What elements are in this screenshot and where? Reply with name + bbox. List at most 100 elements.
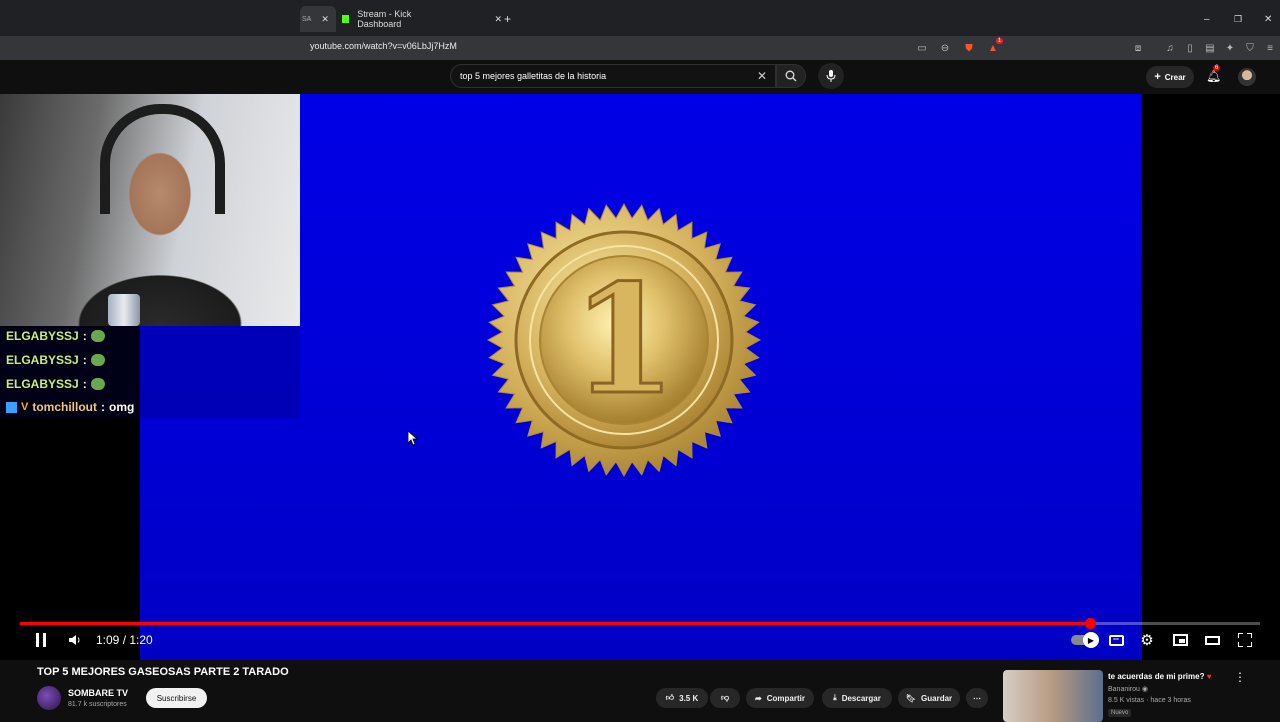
- recommended-thumbnail[interactable]: [1003, 670, 1103, 722]
- medal-number: 1: [572, 252, 676, 428]
- music-icon[interactable]: ♫: [1162, 40, 1178, 56]
- bell-icon: 🔔︎: [1206, 69, 1222, 83]
- chat-username: ELGABYSSJ: [6, 329, 79, 343]
- subscriber-count: 81.7 k suscriptores: [68, 701, 127, 708]
- volume-icon: [69, 635, 80, 645]
- clear-search-icon[interactable]: ✕: [757, 69, 767, 83]
- chat-username: ELGABYSSJ: [6, 353, 79, 367]
- avatar[interactable]: [1238, 68, 1256, 86]
- zoom-icon[interactable]: ⊖: [937, 40, 953, 56]
- download-button[interactable]: ⤓ Descargar: [822, 688, 892, 708]
- screenshot-icon[interactable]: ⧈: [1130, 40, 1146, 56]
- recommended-channel[interactable]: Bananirou ◉: [1108, 685, 1148, 693]
- pepe-emote-icon: [90, 354, 105, 366]
- stream-chat-overlay: ELGABYSSJ: ELGABYSSJ: ELGABYSSJ: V tomch…: [0, 326, 300, 418]
- brave-rewards-icon[interactable]: ▲ 1: [985, 38, 1003, 56]
- recommended-title[interactable]: te acuerdas de mi prime? ♥: [1108, 672, 1211, 681]
- tab-kick-label: Stream - Kick Dashboard: [357, 9, 412, 29]
- webcam-overlay: [0, 94, 300, 326]
- channel-name[interactable]: SOMBARE TV: [68, 688, 128, 698]
- miniplayer-button[interactable]: [1171, 630, 1189, 650]
- close-window-button[interactable]: ✕: [1264, 6, 1272, 32]
- download-label: Descargar: [841, 693, 881, 703]
- tab-youtube-label: SA: [302, 15, 312, 23]
- wallet-icon[interactable]: ▤: [1202, 40, 1218, 56]
- chat-text: omg: [109, 400, 135, 414]
- recommended-meta: 8.5 K vistas · hace 3 horas: [1108, 697, 1191, 704]
- headphones: [100, 104, 225, 214]
- pepe-emote-icon: [90, 378, 105, 390]
- time-current: 1:09: [96, 633, 120, 647]
- badge-icon: [6, 401, 17, 413]
- voice-search-button[interactable]: [818, 63, 844, 89]
- dislike-button[interactable]: 👎︎: [710, 688, 740, 708]
- save-button[interactable]: 🔖︎ Guardar: [898, 688, 960, 708]
- chat-message: V tomchillout: omg: [6, 400, 134, 414]
- recommended-title-text: te acuerdas de mi prime?: [1108, 672, 1205, 681]
- progress-bar[interactable]: [20, 618, 1260, 629]
- search-query: top 5 mejores galletitas de la historia: [460, 71, 607, 81]
- minimize-button[interactable]: –: [1204, 6, 1210, 32]
- sidebar-icon[interactable]: ▯: [1182, 40, 1198, 56]
- close-icon[interactable]: ✕: [321, 14, 329, 25]
- time-display: 1:09 / 1:20: [96, 633, 153, 647]
- bookmark-icon: 🔖︎: [905, 693, 917, 703]
- plus-icon: +: [1154, 71, 1161, 83]
- recommended-menu-button[interactable]: ⋮: [1234, 670, 1246, 684]
- chat-username: tomchillout: [32, 400, 98, 414]
- search-input[interactable]: top 5 mejores galletitas de la historia …: [450, 64, 776, 88]
- chat-message: ELGABYSSJ:: [6, 353, 105, 367]
- time-total: 1:20: [129, 633, 153, 647]
- badge-icon: V: [21, 401, 29, 413]
- new-badge: Nuevo: [1108, 709, 1132, 717]
- search-button[interactable]: [776, 64, 806, 88]
- fullscreen-icon: [1238, 633, 1252, 647]
- subscribe-button[interactable]: Suscribirse: [146, 688, 207, 708]
- microphone-icon: [826, 70, 836, 82]
- kick-logo-icon: [342, 15, 350, 23]
- thumbs-up-icon: 👍︎: [665, 693, 675, 702]
- volume-button[interactable]: [66, 630, 84, 650]
- restore-button[interactable]: ❐: [1234, 6, 1242, 32]
- notifications-button[interactable]: 🔔︎ 6: [1206, 65, 1222, 83]
- thumbs-down-icon: 👎︎: [720, 693, 730, 702]
- more-actions-button[interactable]: ⋯: [966, 688, 988, 708]
- menu-icon[interactable]: ≡: [1262, 40, 1278, 56]
- video-title: TOP 5 MEJORES GASEOSAS PARTE 2 TARADO: [37, 666, 289, 678]
- subtitles-button[interactable]: ==: [1107, 630, 1125, 650]
- create-button[interactable]: + Crear: [1146, 66, 1194, 88]
- theater-icon: [1204, 635, 1220, 645]
- chat-message: ELGABYSSJ:: [6, 329, 105, 343]
- like-count: 3.5 K: [679, 693, 699, 703]
- leo-icon[interactable]: ✦: [1222, 40, 1238, 56]
- subtitles-icon: ==: [1108, 634, 1124, 646]
- verified-icon: ◉: [1141, 686, 1148, 693]
- like-button[interactable]: 👍︎ 3.5 K: [656, 688, 708, 708]
- theater-mode-button[interactable]: [1203, 630, 1221, 650]
- close-icon[interactable]: ✕: [494, 14, 502, 25]
- gold-medal-image: 1: [486, 202, 762, 478]
- settings-button[interactable]: ⚙: [1138, 630, 1156, 650]
- tab-kick-dashboard[interactable]: Stream - Kick Dashboard ✕: [342, 6, 502, 32]
- create-label: Crear: [1164, 72, 1186, 82]
- youtube-header: top 5 mejores galletitas de la historia …: [0, 60, 1280, 94]
- video-player[interactable]: 1 ELGABYSSJ: ELGABYSSJ: ELGABYSSJ: V tom…: [0, 94, 1280, 660]
- share-label: Compartir: [766, 693, 805, 703]
- url-field[interactable]: youtube.com/watch?v=v06LbJj7HzM: [310, 41, 457, 51]
- pause-button[interactable]: [32, 630, 50, 650]
- new-tab-button[interactable]: +: [504, 6, 518, 32]
- heart-icon: ♥: [1206, 672, 1212, 681]
- cast-icon[interactable]: ▭: [914, 40, 930, 56]
- fullscreen-button[interactable]: [1236, 630, 1254, 650]
- mouse-cursor-icon: [408, 431, 418, 446]
- scrubber-handle[interactable]: [1084, 618, 1096, 629]
- autoplay-icon: ▶: [1071, 632, 1099, 648]
- share-button[interactable]: ➦ Compartir: [746, 688, 814, 708]
- browser-tab-bar: SA ✕ Stream - Kick Dashboard ✕ + – ❐ ✕: [0, 0, 1280, 36]
- more-icon: ⋯: [973, 693, 981, 703]
- autoplay-toggle[interactable]: ▶: [1070, 630, 1099, 650]
- vpn-icon[interactable]: ⛉: [1242, 40, 1258, 56]
- channel-avatar[interactable]: [37, 686, 61, 710]
- brave-shield-icon[interactable]: ⛊: [961, 40, 977, 56]
- tab-youtube[interactable]: SA ✕: [300, 6, 336, 32]
